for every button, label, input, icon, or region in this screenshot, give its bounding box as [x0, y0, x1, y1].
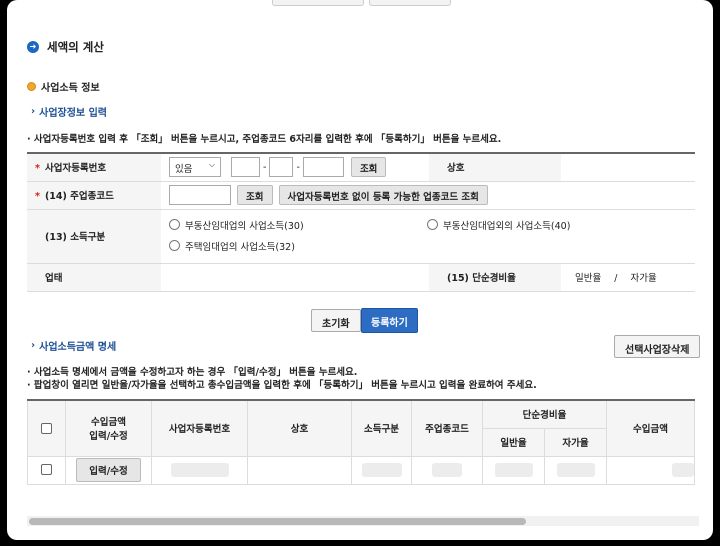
general-rate-text: 일반율: [575, 273, 602, 284]
income-type-radio-40[interactable]: 부동산임대업외의 사업소득(40): [427, 218, 570, 232]
industry-code-label: * (14) 주업종코드: [27, 181, 161, 210]
scrollbar-thumb[interactable]: [29, 518, 526, 525]
row-checkbox[interactable]: [41, 464, 52, 476]
app-window: ➜ 세액의 계산 사업소득 정보 › 사업장정보 입력 · 사업자등록번호 입력…: [7, 0, 713, 540]
chevron-down-icon: ⌵: [208, 160, 215, 170]
income-detail-note-2: · 팝업창이 열리면 일반율/자가율을 선택하고 총수입금액을 입력한 후에 「…: [27, 380, 537, 391]
header-industry-code: 주업종코드: [411, 400, 483, 457]
header-trade-name: 상호: [247, 400, 352, 457]
income-amount-edit-header: 수입금액입력/수정: [65, 400, 152, 457]
top-tab[interactable]: [369, 0, 451, 6]
redacted-value: [170, 463, 229, 477]
select-all-cell: [27, 400, 66, 457]
income-detail-link[interactable]: › 사업소득금액 명세: [31, 338, 116, 353]
biz-no-cell: 있음 ⌵ - - 조회: [161, 153, 429, 182]
header-simple-rate: 단순경비율: [482, 400, 607, 429]
radio-icon[interactable]: [169, 219, 180, 231]
income-type-cell: 부동산임대업의 사업소득(30) 부동산임대업외의 사업소득(40) 주택임대업…: [161, 209, 695, 264]
dash: -: [263, 161, 267, 173]
header-revenue: 수입금액: [606, 400, 695, 457]
industry-code-input[interactable]: [169, 185, 231, 205]
table-row: 입력/수정: [27, 455, 695, 485]
income-type-radio-32[interactable]: 주택임대업의 사업소득(32): [169, 239, 295, 253]
income-detail-note-1: · 사업소득 명세에서 금액을 수정하고자 하는 경우 「입력/수정」 버튼을 …: [27, 367, 358, 378]
biz-no-label: * 사업자등록번호: [27, 153, 161, 182]
income-type-option-label: 주택임대업의 사업소득(32): [185, 241, 295, 253]
biz-no-part2-input[interactable]: [269, 157, 294, 178]
industry-code-no-biz-lookup-button[interactable]: 사업자등록번호 없이 등록 가능한 업종코드 조회: [278, 185, 488, 205]
income-detail-link-text[interactable]: 사업소득금액 명세: [39, 338, 116, 353]
row-general: [482, 455, 545, 485]
redacted-value: [556, 463, 595, 477]
biz-no-select[interactable]: 있음 ⌵: [169, 157, 221, 178]
dash: -: [296, 161, 300, 173]
income-info-note: · 사업자등록번호 입력 후 「조회」 버튼을 누르시고, 주업종코드 6자리를…: [27, 134, 502, 145]
redacted-value: [672, 463, 694, 477]
header-input-edit: 입력/수정: [89, 431, 128, 443]
top-tab[interactable]: [272, 0, 364, 6]
income-info-title: 사업소득 정보: [27, 79, 100, 94]
row-edit-cell: 입력/수정: [65, 455, 152, 485]
workplace-link-text[interactable]: 사업장정보 입력: [39, 104, 107, 119]
trade-name-value: [561, 153, 695, 182]
redacted-value: [494, 463, 533, 477]
radio-icon[interactable]: [169, 240, 180, 252]
header-own: 자가율: [544, 428, 607, 457]
business-type-value: [161, 263, 429, 292]
slash: /: [614, 273, 618, 284]
reset-button[interactable]: 초기화: [311, 309, 361, 332]
register-button[interactable]: 등록하기: [361, 308, 418, 333]
row-industry-code: [411, 455, 483, 485]
income-type-radio-30[interactable]: 부동산임대업의 사업소득(30): [169, 218, 427, 232]
business-form: * 사업자등록번호 있음 ⌵ - - 조회 상호 * (14) 주업종코드 조회 사업자…: [27, 152, 695, 292]
row-revenue: [606, 455, 695, 485]
required-icon: *: [35, 163, 40, 175]
trade-name-label: 상호: [429, 153, 561, 182]
income-info-title-text: 사업소득 정보: [41, 83, 100, 94]
row-own: [544, 455, 607, 485]
chevron-right-icon: ›: [31, 340, 36, 351]
row-checkbox-cell: [27, 455, 66, 485]
income-type-option-label: 부동산임대업의 사업소득(30): [185, 220, 304, 232]
income-type-row2: 주택임대업의 사업소득(32): [169, 239, 695, 255]
required-icon: *: [35, 191, 40, 202]
header-general: 일반율: [482, 428, 545, 457]
biz-no-label-text: 사업자등록번호: [44, 163, 107, 175]
header-income-type: 소득구분: [351, 400, 412, 457]
row-income-type: [351, 455, 412, 485]
row-biz-no: [151, 455, 248, 485]
bullet-dot-icon: [27, 82, 36, 91]
industry-code-cell: 조회 사업자등록번호 없이 등록 가능한 업종코드 조회: [161, 181, 695, 210]
circle-arrow-icon: ➜: [27, 41, 39, 53]
industry-code-lookup-button[interactable]: 조회: [237, 185, 273, 205]
header-biz-no: 사업자등록번호: [151, 400, 248, 457]
workplace-link[interactable]: › 사업장정보 입력: [31, 104, 107, 119]
expense-rate-value: 일반율 / 자가율: [561, 263, 695, 292]
redacted-value: [361, 463, 402, 477]
biz-no-lookup-button[interactable]: 조회: [350, 157, 387, 178]
biz-no-part3-input[interactable]: [302, 157, 344, 178]
income-type-row1: 부동산임대업의 사업소득(30) 부동산임대업외의 사업소득(40): [169, 218, 695, 232]
row-edit-button[interactable]: 입력/수정: [76, 458, 141, 482]
row-trade-name: [247, 455, 352, 485]
income-type-label: (13) 소득구분: [27, 209, 161, 264]
business-type-label: 업태: [27, 263, 161, 292]
chevron-right-icon: ›: [31, 106, 36, 117]
radio-icon[interactable]: [427, 219, 438, 231]
biz-no-part1-input[interactable]: [231, 157, 261, 178]
section-title: ➜ 세액의 계산: [27, 39, 104, 55]
income-grid: 수입금액입력/수정 사업자등록번호 상호 소득구분 주업종코드 단순경비율 수입…: [27, 399, 695, 485]
industry-code-label-text: (14) 주업종코드: [44, 191, 114, 202]
income-type-option-label: 부동산임대업외의 사업소득(40): [443, 220, 571, 232]
select-all-checkbox[interactable]: [41, 422, 52, 434]
redacted-value: [432, 463, 462, 477]
delete-selected-button[interactable]: 선택사업장삭제: [614, 335, 701, 358]
biz-no-select-value: 있음: [175, 164, 193, 176]
own-rate-text: 자가율: [630, 273, 657, 284]
expense-rate-label: (15) 단순경비율: [429, 263, 561, 292]
section-title-text: 세액의 계산: [47, 40, 104, 54]
header-income-amount: 수입금액: [91, 417, 126, 429]
